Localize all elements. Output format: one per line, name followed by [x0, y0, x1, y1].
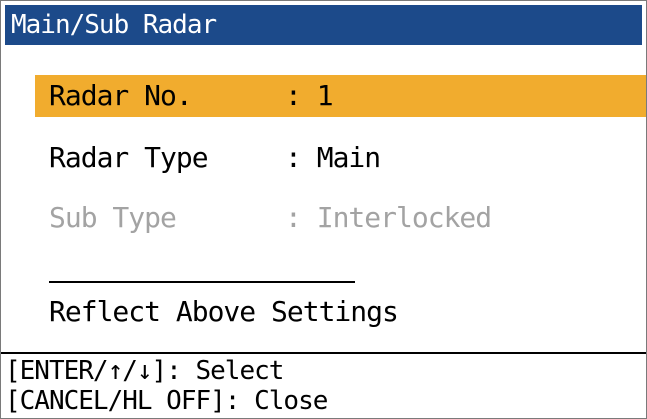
reflect-settings-label: Reflect Above Settings	[49, 295, 399, 328]
help-close-hint: [CANCEL/HL OFF]: Close	[5, 386, 328, 416]
help-divider	[1, 352, 646, 354]
radar-type-value: : Main	[285, 141, 381, 174]
radar-no-value: : 1	[285, 79, 334, 112]
sub-type-label: Sub Type	[49, 201, 177, 234]
menu-item-sub-type: Sub Type : Interlocked	[35, 197, 646, 239]
sub-type-value: : Interlocked	[285, 201, 492, 234]
window-title: Main/Sub Radar	[5, 5, 642, 45]
reflect-settings-button[interactable]: Reflect Above Settings	[35, 291, 646, 333]
menu-item-radar-no[interactable]: Radar No. : 1	[35, 75, 646, 117]
radar-type-label: Radar Type	[49, 141, 209, 174]
main-sub-radar-window: Main/Sub Radar Radar No. : 1 Radar Type …	[0, 0, 647, 419]
radar-no-label: Radar No.	[49, 79, 193, 112]
help-select-hint: [ENTER/↑/↓]: Select	[5, 356, 284, 386]
separator-line	[49, 281, 355, 283]
menu-item-radar-type[interactable]: Radar Type : Main	[35, 137, 646, 179]
